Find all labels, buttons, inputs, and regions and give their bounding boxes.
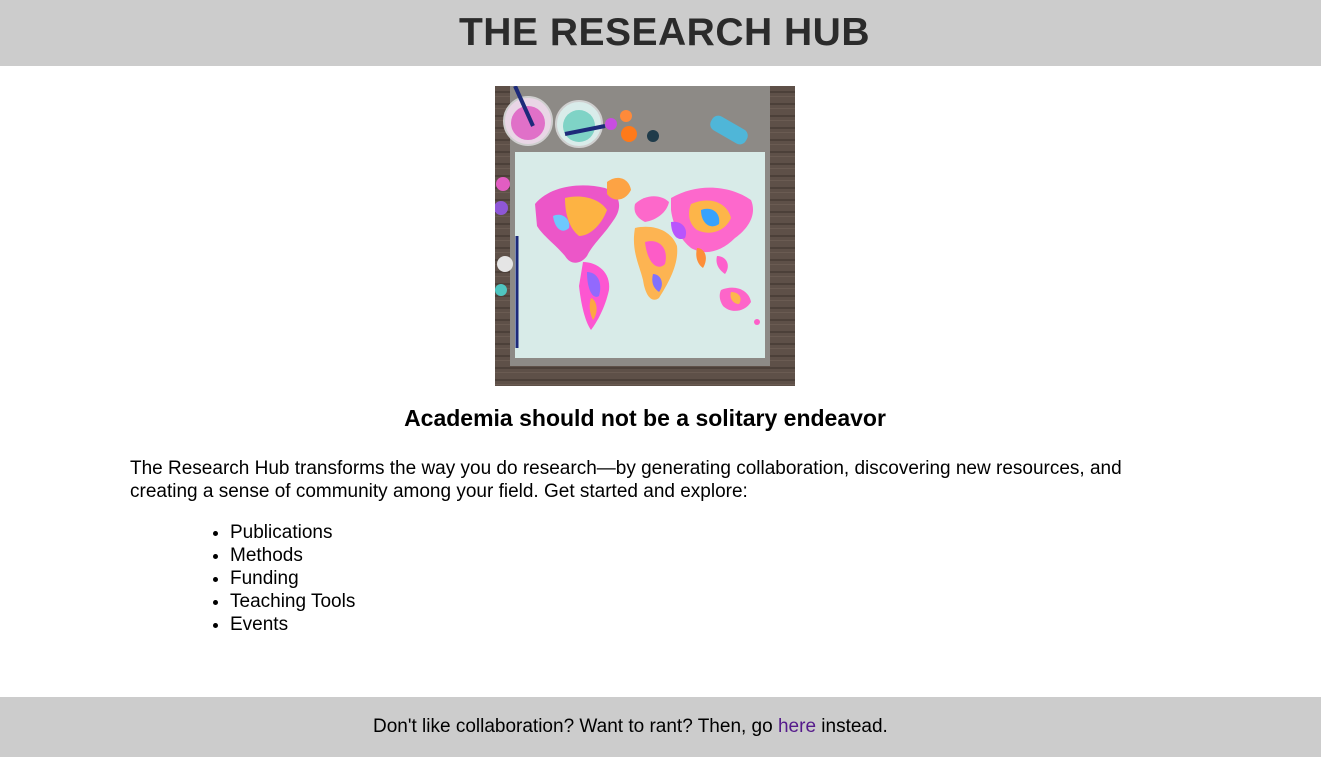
list-item: Methods	[230, 544, 355, 567]
watercolor-world-map-image	[495, 86, 795, 386]
footer-text-before: Don't like collaboration? Want to rant? …	[373, 716, 778, 737]
list-item: Teaching Tools	[230, 590, 355, 613]
site-title: THE RESEARCH HUB	[458, 11, 871, 54]
list-item: Funding	[230, 567, 355, 590]
site-header: THE RESEARCH HUB	[0, 0, 1321, 66]
intro-paragraph: The Research Hub transforms the way you …	[130, 458, 1122, 502]
footer-message: Don't like collaboration? Want to rant? …	[373, 716, 888, 738]
list-item: Publications	[230, 521, 355, 544]
footer-text-after: instead.	[816, 716, 888, 737]
site-footer: Don't like collaboration? Want to rant? …	[0, 697, 1321, 757]
explore-list: Publications Methods Funding Teaching To…	[130, 521, 355, 636]
tagline-heading: Academia should not be a solitary endeav…	[404, 405, 886, 431]
here-link[interactable]: here	[778, 716, 816, 737]
list-item: Events	[230, 613, 355, 636]
